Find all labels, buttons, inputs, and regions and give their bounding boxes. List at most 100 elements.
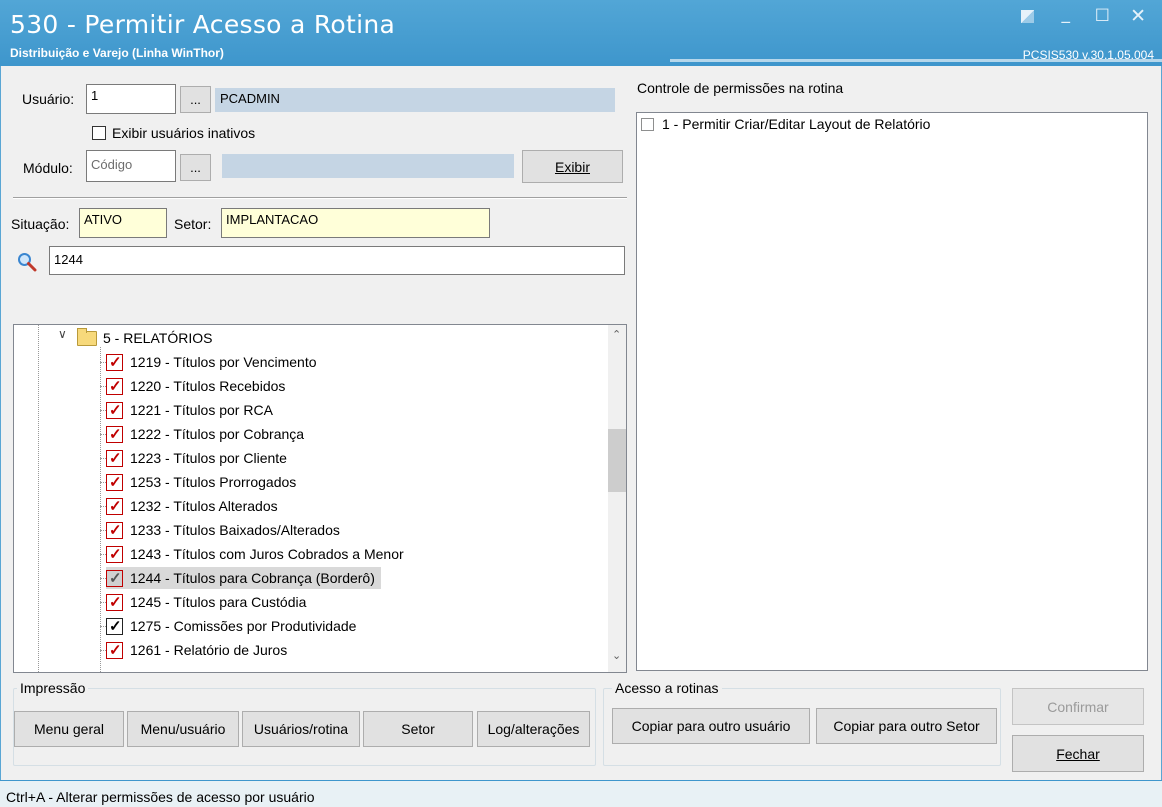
tree-item-label: 1221 - Títulos por RCA xyxy=(130,402,273,418)
confirmar-button[interactable]: Confirmar xyxy=(1012,688,1144,725)
log-alteracoes-button[interactable]: Log/alterações xyxy=(477,711,590,747)
permissions-title: Controle de permissões na rotina xyxy=(637,80,844,96)
setor-label-btn: Setor xyxy=(401,721,435,737)
chevron-down-icon[interactable]: ∨ xyxy=(58,327,67,341)
usuario-code-input[interactable]: 1 xyxy=(86,84,176,114)
title-separator xyxy=(670,59,1162,62)
title-bar: 530 - Permitir Acesso a Rotina Distribui… xyxy=(0,0,1162,66)
usuarios-rotina-button[interactable]: Usuários/rotina xyxy=(242,711,360,747)
tree-item[interactable]: ✓ 1233 - Títulos Baixados/Alterados xyxy=(106,519,340,541)
tree-item[interactable]: ✓ 1223 - Títulos por Cliente xyxy=(106,447,287,469)
tree-item[interactable]: ✓ 1245 - Títulos para Custódia xyxy=(106,591,306,613)
tree-item-label: 1219 - Títulos por Vencimento xyxy=(130,354,317,370)
tree-folder[interactable]: 5 - RELATÓRIOS xyxy=(77,327,212,349)
tree-item-label: 1223 - Títulos por Cliente xyxy=(130,450,287,466)
tree-scrollbar[interactable]: ⌃ ⌄ xyxy=(608,325,626,672)
modulo-name-field xyxy=(222,154,514,178)
tree-item-label: 1253 - Títulos Prorrogados xyxy=(130,474,297,490)
situacao-field: ATIVO xyxy=(79,208,167,238)
checkmark-icon: ✓ xyxy=(109,617,122,635)
tree-item-checkbox[interactable]: ✓ xyxy=(106,521,123,539)
tree-item[interactable]: ✓ 1222 - Títulos por Cobrança xyxy=(106,423,304,445)
tree-item-checkbox[interactable]: ✓ xyxy=(106,353,123,371)
scroll-down-icon[interactable]: ⌄ xyxy=(612,649,621,662)
routine-tree: ∨ 5 - RELATÓRIOS ✓ 1219 - Títulos por Ven… xyxy=(13,324,627,673)
restore-icon[interactable] xyxy=(1021,10,1034,23)
setor-button[interactable]: Setor xyxy=(363,711,473,747)
tree-item[interactable]: ✓ 1243 - Títulos com Juros Cobrados a Men… xyxy=(106,543,404,565)
tree-item-checkbox[interactable]: ✓ xyxy=(106,449,123,467)
exibir-button[interactable]: Exibir xyxy=(522,150,623,183)
impressao-title: Impressão xyxy=(17,680,89,696)
permission-label: 1 - Permitir Criar/Editar Layout de Rela… xyxy=(662,116,931,132)
tree-item-checkbox[interactable]: ✓ xyxy=(106,425,123,443)
permissions-list: 1 - Permitir Criar/Editar Layout de Rela… xyxy=(636,112,1148,671)
exibir-button-label: Exibir xyxy=(554,158,590,175)
setor-label: Setor: xyxy=(174,216,212,232)
checkmark-icon: ✓ xyxy=(109,593,122,611)
checkmark-icon: ✓ xyxy=(109,353,122,371)
scroll-thumb[interactable] xyxy=(608,429,626,492)
usuario-label: Usuário: xyxy=(22,91,75,107)
form-divider xyxy=(13,197,627,199)
tree-item-checkbox[interactable]: ✓ xyxy=(106,641,123,659)
setor-field: IMPLANTACAO xyxy=(221,208,490,238)
checkmark-icon: ✓ xyxy=(109,497,122,515)
status-text: Ctrl+A - Alterar permissões de acesso po… xyxy=(6,789,315,805)
tree-item-checkbox[interactable]: ✓ xyxy=(106,569,123,587)
tree-item[interactable]: ✓ 1219 - Títulos por Vencimento xyxy=(106,351,317,373)
menu-geral-button[interactable]: Menu geral xyxy=(14,711,124,747)
maximize-icon[interactable]: ☐ xyxy=(1095,6,1110,26)
menu-usuario-button[interactable]: Menu/usuário xyxy=(127,711,239,747)
exibir-inativos-checkbox[interactable] xyxy=(92,126,106,140)
tree-line xyxy=(38,325,39,672)
copiar-usuario-button[interactable]: Copiar para outro usuário xyxy=(612,708,810,744)
copiar-setor-button[interactable]: Copiar para outro Setor xyxy=(816,708,997,744)
tree-item-checkbox[interactable]: ✓ xyxy=(106,497,123,515)
situacao-label: Situação: xyxy=(11,216,70,232)
copiar-usuario-label: Copiar para outro usuário xyxy=(631,718,791,734)
tree-item-label: 1232 - Títulos Alterados xyxy=(130,498,278,514)
permission-item[interactable]: 1 - Permitir Criar/Editar Layout de Rela… xyxy=(641,116,930,132)
usuario-name-field: PCADMIN xyxy=(215,88,615,112)
tree-item[interactable]: ✓ 1220 - Títulos Recebidos xyxy=(106,375,285,397)
tree-item[interactable]: ✓ 1275 - Comissões por Produtividade xyxy=(106,615,356,637)
checkmark-icon: ✓ xyxy=(109,521,122,539)
log-alteracoes-label: Log/alterações xyxy=(487,721,580,737)
tree-item-checkbox[interactable]: ✓ xyxy=(106,401,123,419)
tree-item[interactable]: ✓ 1244 - Títulos para Cobrança (Borderô) xyxy=(106,567,381,589)
window-subtitle: Distribuição e Varejo (Linha WinThor) xyxy=(10,46,224,60)
tree-item[interactable]: ✓ 1253 - Títulos Prorrogados xyxy=(106,471,296,493)
scroll-up-icon[interactable]: ⌃ xyxy=(612,328,621,341)
search-input[interactable]: 1244 xyxy=(49,246,625,275)
modulo-label: Módulo: xyxy=(23,160,73,176)
tree-item-checkbox[interactable]: ✓ xyxy=(106,617,123,635)
checkmark-icon: ✓ xyxy=(109,449,122,467)
tree-item-label: 1261 - Relatório de Juros xyxy=(130,642,288,658)
tree-item-label: 1275 - Comissões por Produtividade xyxy=(130,618,357,634)
usuario-browse-button[interactable]: ... xyxy=(180,86,211,113)
tree-item[interactable]: ✓ 1261 - Relatório de Juros xyxy=(106,639,287,661)
tree-item[interactable]: ✓ 1232 - Títulos Alterados xyxy=(106,495,278,517)
tree-item-checkbox[interactable]: ✓ xyxy=(106,545,123,563)
checkmark-icon: ✓ xyxy=(109,377,122,395)
checkmark-icon: ✓ xyxy=(109,569,122,587)
window-title: 530 - Permitir Acesso a Rotina xyxy=(10,10,396,39)
fechar-button[interactable]: Fechar xyxy=(1012,735,1144,772)
modulo-code-input[interactable]: Código xyxy=(86,150,176,182)
tree-item-label: 1245 - Títulos para Custódia xyxy=(130,594,307,610)
modulo-browse-button[interactable]: ... xyxy=(180,154,211,181)
tree-line xyxy=(100,347,101,672)
confirmar-label: Confirmar xyxy=(1047,698,1109,715)
tree-item-checkbox[interactable]: ✓ xyxy=(106,473,123,491)
tree-item[interactable]: ✓ 1221 - Títulos por RCA xyxy=(106,399,273,421)
tree-item-checkbox[interactable]: ✓ xyxy=(106,377,123,395)
checkmark-icon: ✓ xyxy=(109,425,122,443)
fechar-label: Fechar xyxy=(1056,745,1100,762)
permission-checkbox[interactable] xyxy=(641,117,654,131)
tree-item-checkbox[interactable]: ✓ xyxy=(106,593,123,611)
checkmark-icon: ✓ xyxy=(109,545,122,563)
exibir-inativos-label: Exibir usuários inativos xyxy=(112,125,256,141)
minimize-icon[interactable]: _ xyxy=(1062,4,1071,24)
close-icon[interactable]: ✕ xyxy=(1130,5,1146,27)
